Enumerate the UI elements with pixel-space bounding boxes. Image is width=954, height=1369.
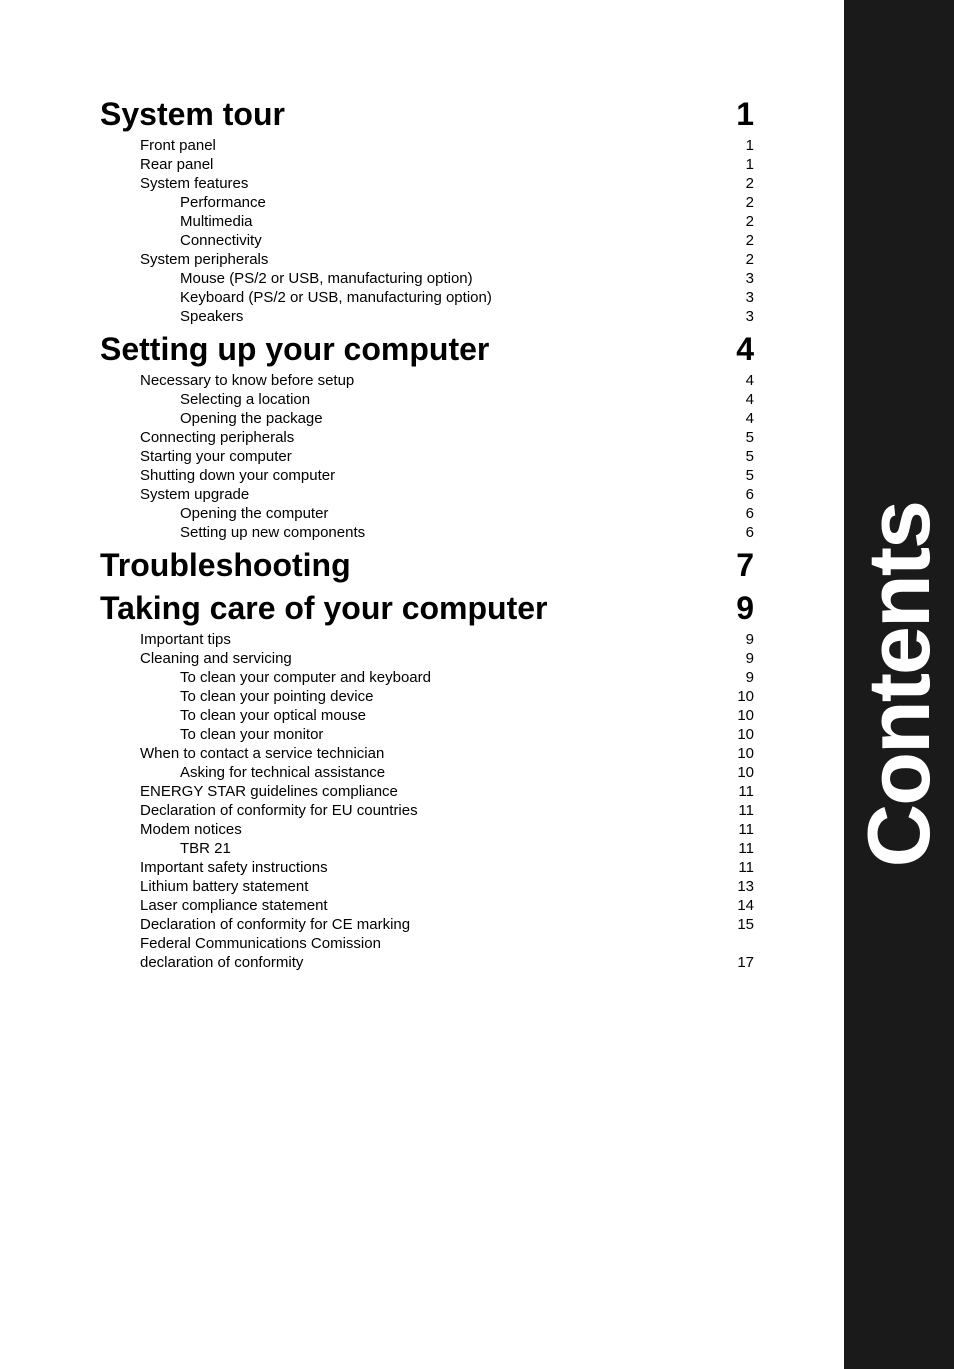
list-item: To clean your monitor 10 <box>100 726 754 743</box>
list-item: declaration of conformity 17 <box>100 954 754 971</box>
section-title: Setting up your computer <box>100 331 489 368</box>
section-title: Taking care of your computer <box>100 590 548 627</box>
list-item: Shutting down your computer 5 <box>100 467 754 484</box>
section-page: 4 <box>714 331 754 368</box>
contents-label: Contents <box>855 502 943 867</box>
list-item: Lithium battery statement 13 <box>100 878 754 895</box>
list-item: Important tips 9 <box>100 631 754 648</box>
list-item: Selecting a location 4 <box>100 391 754 408</box>
list-item: When to contact a service technician 10 <box>100 745 754 762</box>
list-item: To clean your optical mouse 10 <box>100 707 754 724</box>
section-troubleshooting: Troubleshooting 7 <box>100 547 754 584</box>
section-page: 7 <box>714 547 754 584</box>
list-item: Asking for technical assistance 10 <box>100 764 754 781</box>
list-item: Starting your computer 5 <box>100 448 754 465</box>
section-title: Troubleshooting <box>100 547 351 584</box>
list-item: Declaration of conformity for EU countri… <box>100 802 754 819</box>
contents-sidebar: Contents <box>844 0 954 1369</box>
section-page: 1 <box>714 96 754 133</box>
list-item: Connecting peripherals 5 <box>100 429 754 446</box>
section-title: System tour <box>100 96 285 133</box>
list-item: Setting up new components 6 <box>100 524 754 541</box>
list-item: Keyboard (PS/2 or USB, manufacturing opt… <box>100 289 754 306</box>
toc-content: System tour 1 Front panel 1 Rear panel 1… <box>100 60 754 971</box>
list-item: Federal Communications Comission <box>100 935 754 952</box>
list-item: Cleaning and servicing 9 <box>100 650 754 667</box>
list-item: Opening the package 4 <box>100 410 754 427</box>
list-item: Important safety instructions 11 <box>100 859 754 876</box>
list-item: Rear panel 1 <box>100 156 754 173</box>
list-item: Mouse (PS/2 or USB, manufacturing option… <box>100 270 754 287</box>
list-item: Laser compliance statement 14 <box>100 897 754 914</box>
list-item: System peripherals 2 <box>100 251 754 268</box>
section-setup: Setting up your computer 4 <box>100 331 754 368</box>
list-item: Front panel 1 <box>100 137 754 154</box>
list-item: To clean your pointing device 10 <box>100 688 754 705</box>
list-item: Modem notices 11 <box>100 821 754 838</box>
list-item: Performance 2 <box>100 194 754 211</box>
page-container: System tour 1 Front panel 1 Rear panel 1… <box>0 0 954 1369</box>
list-item: Declaration of conformity for CE marking… <box>100 916 754 933</box>
list-item: Necessary to know before setup 4 <box>100 372 754 389</box>
list-item: System features 2 <box>100 175 754 192</box>
section-page: 9 <box>714 590 754 627</box>
list-item: Opening the computer 6 <box>100 505 754 522</box>
section-taking-care: Taking care of your computer 9 <box>100 590 754 627</box>
list-item: To clean your computer and keyboard 9 <box>100 669 754 686</box>
list-item: Speakers 3 <box>100 308 754 325</box>
section-system-tour: System tour 1 <box>100 96 754 133</box>
list-item: ENERGY STAR guidelines compliance 11 <box>100 783 754 800</box>
list-item: TBR 21 11 <box>100 840 754 857</box>
list-item: Multimedia 2 <box>100 213 754 230</box>
list-item: System upgrade 6 <box>100 486 754 503</box>
list-item: Connectivity 2 <box>100 232 754 249</box>
